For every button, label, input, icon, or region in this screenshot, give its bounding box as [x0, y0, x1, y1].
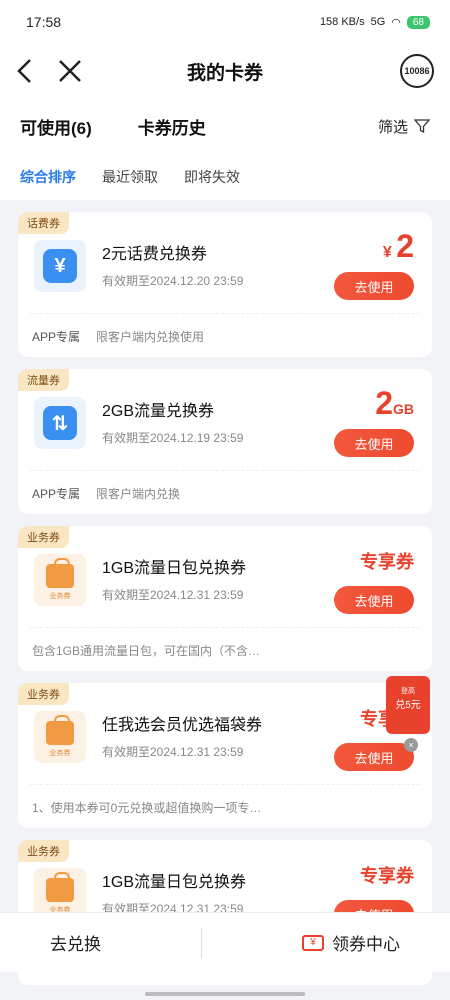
bag-icon [46, 714, 74, 745]
filter-button[interactable]: 筛选 [378, 116, 430, 137]
battery-icon: 68 [406, 15, 430, 29]
sort-bar: 综合排序 最近领取 即将失效 [0, 154, 450, 200]
sort-expiring[interactable]: 即将失效 [184, 167, 240, 187]
net-speed: 158 KB/s [319, 16, 365, 28]
coupon-title: 1GB流量日包兑换券 [102, 874, 247, 891]
coupon-value: 2GB [375, 385, 414, 422]
coupon-title: 2GB流量兑换券 [102, 403, 215, 420]
coupon-expiry: 有效期至2024.12.19 23:59 [102, 431, 244, 445]
status-icons: 158 KB/s 5G ◠ 68 [319, 15, 430, 29]
coupon-badge: 话费券 [18, 212, 69, 234]
coupon-center-button[interactable]: ¥ 领券中心 [302, 930, 400, 955]
sort-comprehensive[interactable]: 综合排序 [20, 167, 76, 187]
divider [30, 627, 420, 628]
page-title: 我的卡券 [186, 62, 263, 84]
value-unit: GB [393, 401, 414, 417]
coupon-badge: 业务券 [18, 683, 69, 705]
close-icon[interactable] [58, 59, 82, 83]
sort-recent[interactable]: 最近领取 [102, 167, 158, 187]
customer-service-icon[interactable]: 10086 [399, 54, 434, 88]
promo-line1: 登高 [401, 688, 415, 695]
back-icon[interactable] [16, 58, 32, 84]
use-button[interactable]: 去使用 [334, 586, 414, 614]
coupon-center-label: 领券中心 [332, 935, 400, 954]
coupon-list: 话费券 ¥ 2元话费兑换券 有效期至2024.12.20 23:59 ¥ 2 去… [0, 200, 450, 985]
tab-history[interactable]: 卡券历史 [138, 114, 206, 139]
coupon-footer: 包含1GB通用流量日包，可在国内（不含… [32, 642, 260, 659]
coupon-value: ¥ 2 [383, 228, 414, 265]
coupon-value: 专享券 [360, 866, 414, 886]
coupon-card[interactable]: 业务券 业务券 任我选会员优选福袋券 有效期至2024.12.31 23:59 … [18, 683, 432, 828]
filter-label: 筛选 [377, 118, 408, 136]
coupon-title: 2元话费兑换券 [102, 246, 207, 263]
yen-icon: ¥ [43, 249, 77, 283]
divider [30, 313, 420, 314]
status-bar: 17:58 158 KB/s 5G ◠ 68 [0, 0, 450, 44]
tab-available[interactable]: 可使用(6) [20, 114, 92, 139]
value-currency: ¥ [382, 244, 392, 261]
coupon-card[interactable]: 流量券 ⇅ 2GB流量兑换券 有效期至2024.12.19 23:59 2GB … [18, 369, 432, 514]
coupon-card[interactable]: 业务券 业务券 1GB流量日包兑换券 有效期至2024.12.31 23:59 … [18, 526, 432, 671]
footer-note: 包含1GB通用流量日包，可在国内（不含… [32, 644, 261, 658]
redeem-label: 去兑换 [50, 935, 101, 954]
bag-icon [46, 871, 74, 902]
coupon-footer: APP专属 限客户端内兑换使用 [32, 328, 204, 345]
coupon-icon: ¥ [34, 240, 86, 292]
coupon-title: 1GB流量日包兑换券 [102, 560, 247, 577]
coupon-expiry: 有效期至2024.12.31 23:59 [102, 745, 244, 759]
coupon-badge: 流量券 [18, 369, 69, 391]
coupon-expiry: 有效期至2024.12.20 23:59 [102, 274, 244, 288]
value-amount: 2 [396, 228, 414, 264]
network-type: 5G [370, 16, 386, 28]
coupon-card[interactable]: 话费券 ¥ 2元话费兑换券 有效期至2024.12.20 23:59 ¥ 2 去… [18, 212, 432, 357]
promo-float[interactable]: 登高 兑5元 [386, 676, 430, 734]
bottom-separator [201, 927, 202, 958]
use-button[interactable]: 去使用 [334, 743, 414, 771]
footer-note: 1、使用本券可0元兑换或超值换购一项专… [32, 801, 262, 815]
icon-label: 业务券 [49, 749, 71, 757]
bag-icon [46, 557, 74, 588]
coupon-icon: 业务券 [34, 711, 86, 763]
coupon-badge: 业务券 [18, 840, 69, 862]
wifi-icon: ◠ [391, 16, 401, 29]
footer-note: 限客户端内兑换使用 [96, 330, 205, 344]
coupon-icon: ⇅ [34, 397, 86, 449]
nav-bar: 我的卡券 10086 [0, 44, 450, 98]
coupon-icon: 业务券 [34, 554, 86, 606]
footer-tag: APP专属 [32, 330, 81, 344]
icon-label: 业务券 [49, 592, 71, 600]
divider [30, 784, 420, 785]
coupon-badge: 业务券 [18, 526, 69, 548]
value-amount: 2 [375, 385, 393, 421]
use-button[interactable]: 去使用 [334, 429, 414, 457]
bottom-bar: 去兑换 ¥ 领券中心 [0, 912, 450, 972]
promo-line2: 兑5元 [395, 700, 421, 711]
promo-close-icon[interactable]: × [404, 738, 418, 752]
coupon-value: 专享券 [360, 552, 414, 572]
voucher-icon: ¥ [302, 934, 324, 951]
coupon-expiry: 有效期至2024.12.31 23:59 [102, 588, 244, 602]
coupon-footer: APP专属 限客户端内兑换 [32, 485, 180, 502]
use-button[interactable]: 去使用 [334, 272, 414, 300]
redeem-button[interactable]: 去兑换 [50, 930, 101, 955]
footer-tag: APP专属 [32, 487, 81, 501]
status-time: 17:58 [26, 14, 62, 30]
data-transfer-icon: ⇅ [43, 406, 77, 440]
coupon-title: 任我选会员优选福袋券 [102, 717, 263, 734]
tab-bar: 可使用(6) 卡券历史 筛选 [0, 98, 450, 154]
filter-icon [414, 119, 430, 134]
footer-note: 限客户端内兑换 [96, 487, 181, 501]
divider [30, 470, 420, 471]
home-indicator [145, 992, 305, 996]
coupon-footer: 1、使用本券可0元兑换或超值换购一项专… [32, 799, 261, 816]
